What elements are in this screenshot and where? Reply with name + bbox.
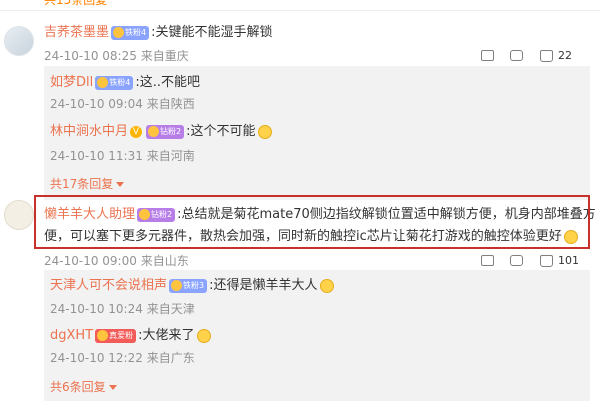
comment-location: 来自重庆 (140, 49, 189, 63)
emoji-icon (257, 124, 272, 139)
fan-badge: 铁粉4 (111, 25, 150, 40)
fan-badge: 铁粉3 (169, 278, 208, 293)
reply-text: :大佬来了 (138, 328, 195, 343)
more-replies-link[interactable]: 共17条回复 (50, 175, 125, 192)
reply-text: :这个不可能 (186, 124, 256, 139)
reply-meta: 24-10-10 09:04 来自陕西 (50, 97, 195, 111)
like-icon (540, 254, 553, 267)
badge-icon (148, 125, 160, 137)
reply-item: 林中涧水中月 V 钻粉2:这个不可能 (50, 123, 272, 141)
share-icon (481, 50, 494, 61)
fan-badge: 铁粉4 (95, 75, 134, 90)
avatar[interactable] (4, 26, 34, 56)
username-link[interactable]: dgXHT (50, 328, 93, 343)
username-link[interactable]: 林中涧水中月 (50, 124, 128, 139)
share-button[interactable] (481, 50, 494, 61)
username-link[interactable]: 如梦Dll (50, 75, 93, 90)
caret-down-icon (108, 385, 117, 390)
badge-icon (171, 279, 183, 291)
comment-icon (510, 50, 523, 61)
like-count: 101 (558, 254, 579, 267)
badge-icon (113, 26, 125, 38)
share-icon (481, 255, 494, 266)
username-link[interactable]: 吉荞茶墨墨 (44, 25, 109, 40)
reply-meta: 24-10-10 11:31 来自河南 (50, 149, 195, 163)
comment-button[interactable] (510, 255, 523, 266)
more-replies-link-cut[interactable]: 共15条回复 (44, 0, 107, 8)
reply-meta: 24-10-10 10:24 来自天津 (50, 302, 195, 316)
reply-item: 天津人可不会说相声 铁粉3:还得是懒羊羊大人 (50, 277, 334, 295)
comment-button[interactable] (510, 50, 523, 61)
username-link[interactable]: 天津人可不会说相声 (50, 278, 167, 293)
badge-icon (97, 76, 109, 88)
comment-location: 来自山东 (140, 254, 189, 268)
comment-date: 24-10-10 09:00 (44, 254, 137, 268)
comment-date: 24-10-10 08:25 (44, 49, 137, 63)
badge-icon (97, 329, 109, 341)
reply-text: :这..不能吧 (135, 75, 200, 90)
emoji-icon (319, 278, 334, 293)
fan-badge: 真爱粉 (95, 328, 137, 343)
like-count: 22 (558, 49, 572, 62)
reply-item: 如梦Dll 铁粉4:这..不能吧 (50, 74, 200, 92)
comment-meta: 24-10-10 08:25 来自重庆 (44, 48, 189, 64)
reply-meta: 24-10-10 12:22 来自广东 (50, 351, 195, 365)
more-replies-link[interactable]: 共6条回复 (50, 378, 117, 395)
comment-meta: 24-10-10 09:00 来自山东 (44, 253, 189, 269)
reply-item: dgXHT 真爱粉:大佬来了 (50, 327, 211, 345)
divider (0, 10, 600, 11)
comment-header: 吉荞茶墨墨 铁粉4:关键能不能湿手解锁 (44, 24, 273, 42)
reply-text: :还得是懒羊羊大人 (209, 278, 318, 293)
like-button[interactable]: 22 (540, 49, 572, 62)
fan-badge: 钻粉2 (146, 124, 185, 139)
comment-text: :关键能不能湿手解锁 (151, 25, 273, 40)
like-button[interactable]: 101 (540, 254, 579, 267)
highlight-box (34, 195, 590, 249)
like-icon (540, 49, 553, 62)
share-button[interactable] (481, 255, 494, 266)
caret-down-icon (116, 182, 125, 187)
comment-icon (510, 255, 523, 266)
avatar[interactable] (4, 200, 34, 230)
emoji-icon (196, 328, 211, 343)
verified-icon: V (130, 125, 143, 138)
